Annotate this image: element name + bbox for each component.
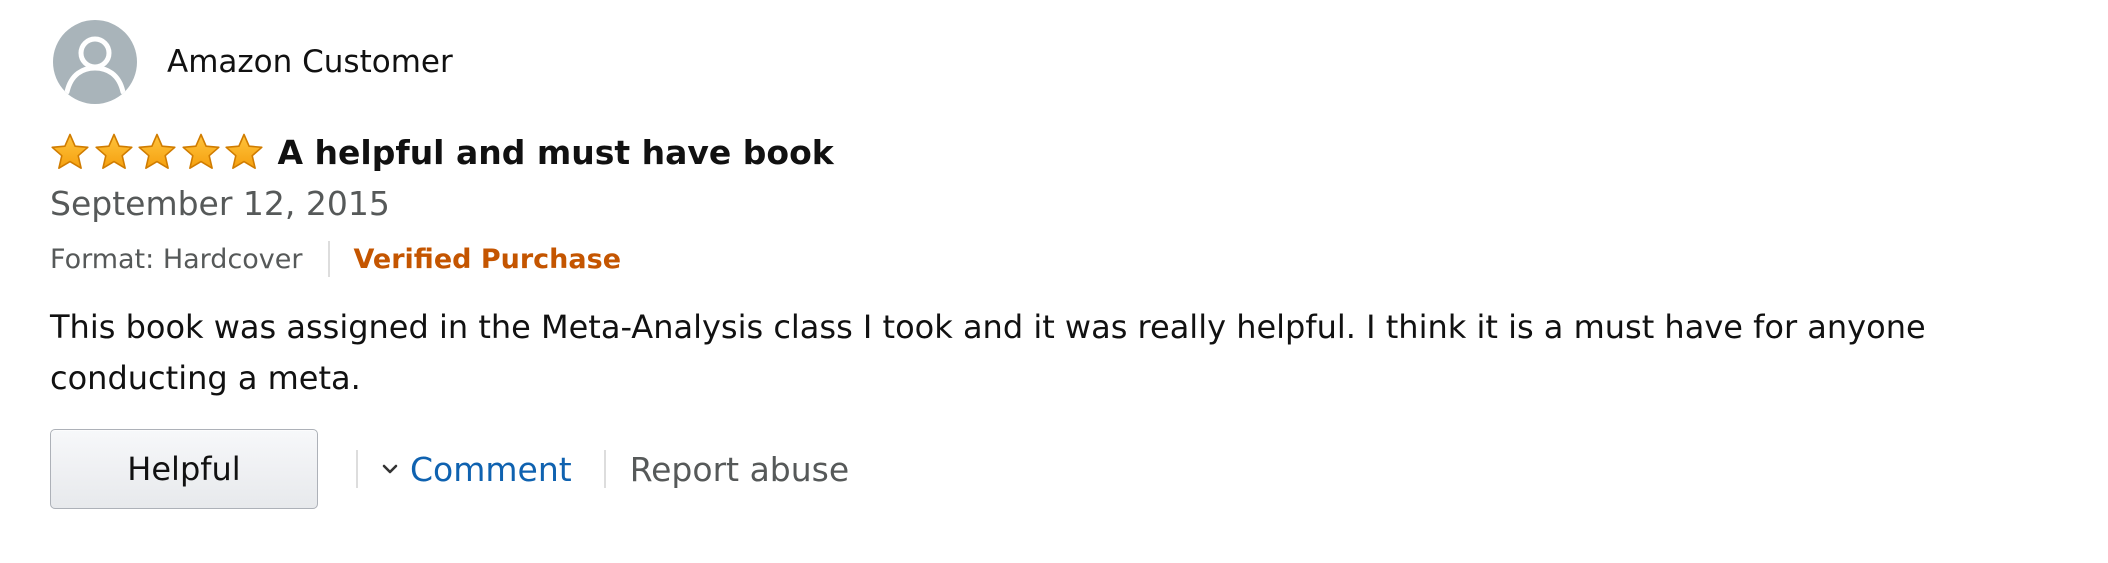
review-body: This book was assigned in the Meta-Analy… [50, 302, 2000, 404]
format-label[interactable]: Format: Hardcover [50, 244, 303, 275]
divider [327, 241, 330, 277]
star-icon [94, 133, 133, 169]
star-icon [51, 133, 89, 169]
review-date: September 12, 2015 [50, 184, 390, 223]
format-row: Format: Hardcover Verified Purchase [50, 240, 621, 278]
divider [356, 450, 358, 488]
divider [603, 450, 606, 488]
review-body-line: This book was assigned in the Meta-Analy… [50, 308, 1926, 346]
reviewer-profile[interactable]: Amazon Customer [53, 20, 453, 104]
comment-label: Comment [410, 449, 572, 489]
avatar[interactable] [53, 20, 137, 104]
user-silhouette-icon [64, 36, 126, 95]
review-title[interactable]: A helpful and must have book [278, 133, 834, 172]
review-body-line: conducting a meta. [50, 359, 361, 397]
comment-link[interactable]: Comment [380, 450, 572, 489]
star-icon [181, 133, 220, 169]
star-rating[interactable] [50, 128, 268, 176]
verified-purchase-badge: Verified Purchase [353, 243, 622, 275]
customer-review: Amazon Customer A helpful and must have … [0, 0, 2108, 563]
star-icon [138, 133, 176, 169]
reviewer-name[interactable]: Amazon Customer [167, 44, 453, 80]
helpful-button[interactable]: Helpful [50, 429, 318, 509]
star-icon [225, 133, 263, 169]
rating-title-row: A helpful and must have book [50, 128, 834, 176]
review-actions: Helpful Comment Report abuse [50, 428, 849, 510]
chevron-down-icon [382, 464, 398, 474]
report-abuse-link[interactable]: Report abuse [630, 450, 849, 489]
